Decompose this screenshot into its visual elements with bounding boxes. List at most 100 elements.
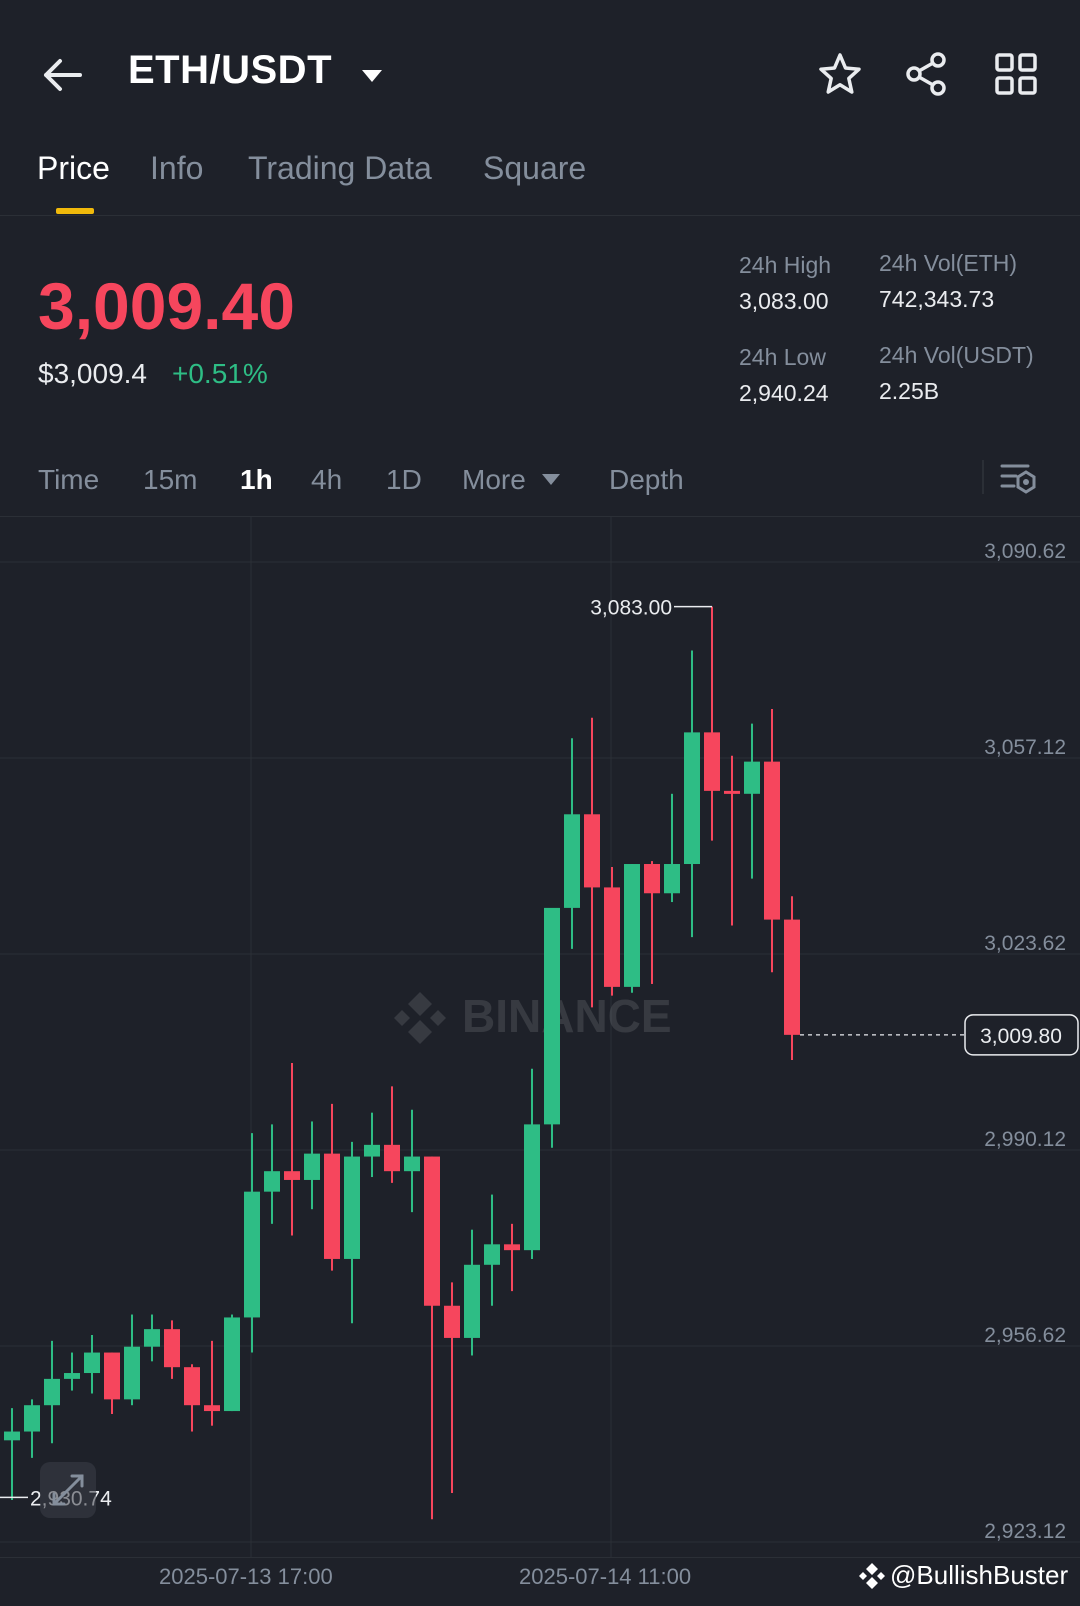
x-tick-label: 2025-07-13 17:00 (159, 1564, 333, 1589)
candle (104, 1352, 120, 1414)
candle-body (604, 887, 620, 987)
candle (264, 1124, 280, 1224)
candle-body (224, 1317, 240, 1412)
expand-chart-button[interactable] (40, 1462, 96, 1518)
interval-4h[interactable]: 4h (311, 464, 342, 496)
candle-body (284, 1171, 300, 1180)
candle-body (244, 1191, 260, 1318)
tab-trading-data[interactable]: Trading Data (248, 150, 432, 187)
binance-logo-icon (858, 1563, 886, 1596)
candle (444, 1282, 460, 1493)
candle (724, 755, 740, 926)
favorite-star-icon[interactable] (818, 52, 862, 101)
candle (304, 1121, 320, 1210)
more-caret-icon[interactable] (541, 473, 561, 491)
tab-info[interactable]: Info (150, 150, 203, 187)
author-handle: @BullishBuster (890, 1560, 1069, 1590)
price-change-percent: +0.51% (172, 358, 268, 389)
candle-body (544, 907, 560, 1125)
candle (224, 1314, 240, 1412)
candle (744, 723, 760, 879)
max-price-label: 3,083.00 (590, 597, 672, 620)
candle (644, 861, 660, 984)
candle (624, 864, 640, 993)
binance-watermark: BINANCE (394, 990, 672, 1044)
high-24h-value: 3,083.00 (739, 288, 829, 314)
y-tick-label: 3,023.62 (984, 932, 1066, 955)
candle (504, 1223, 520, 1292)
candle (564, 738, 580, 949)
candle (664, 793, 680, 903)
back-arrow-icon[interactable] (40, 52, 86, 98)
candle-body (64, 1373, 80, 1379)
candle-body (724, 790, 740, 794)
candle-body (564, 814, 580, 908)
candle-body (664, 864, 680, 894)
candle-body (584, 814, 600, 888)
tab-price[interactable]: Price (37, 150, 110, 187)
low-24h-value: 2,940.24 (739, 380, 829, 406)
candles (4, 606, 800, 1520)
candle-body (704, 732, 720, 791)
x-tick-label: 2025-07-14 11:00 (519, 1564, 692, 1589)
candle-body (304, 1153, 320, 1180)
candle-body (464, 1264, 480, 1338)
candlestick-chart[interactable]: BINANCE 3,090.62 3,057.12 3,023.62 2,990.12… (0, 516, 1080, 1557)
candle-body (24, 1405, 40, 1432)
candle (4, 1408, 20, 1500)
tab-depth[interactable]: Depth (609, 464, 684, 496)
candle-body (164, 1329, 180, 1368)
interval-1h[interactable]: 1h (240, 464, 273, 496)
candle (84, 1335, 100, 1394)
candle-body (684, 732, 700, 865)
candle (64, 1352, 80, 1391)
candle (704, 606, 720, 841)
candle-body (644, 864, 660, 894)
candle (784, 896, 800, 1061)
high-24h-label: 24h High (739, 252, 832, 278)
candle-body (264, 1171, 280, 1192)
chart-settings-icon[interactable] (998, 458, 1038, 503)
candle-body (4, 1431, 20, 1441)
watermark-logo-text: BINANCE (462, 990, 672, 1042)
candle-body (324, 1153, 340, 1259)
pair-dropdown-caret-icon[interactable] (360, 68, 384, 89)
candle-body (84, 1352, 100, 1374)
interval-more[interactable]: More (462, 464, 526, 496)
candle (324, 1103, 340, 1271)
vol-usdt-label: 24h Vol(USDT) (879, 342, 1034, 368)
candle-body (404, 1156, 420, 1172)
usd-price: $3,009.4 (38, 358, 147, 389)
vol-usdt-value: 2.25B (879, 378, 940, 404)
candle-body (344, 1156, 360, 1259)
chart-bottom-border (0, 1557, 1080, 1558)
tab-square[interactable]: Square (483, 150, 586, 187)
interval-divider (982, 460, 984, 494)
candle (284, 1062, 300, 1236)
vol-eth-label: 24h Vol(ETH) (879, 250, 1018, 276)
tabs-divider (0, 215, 1080, 216)
interval-1d[interactable]: 1D (386, 464, 422, 496)
interval-time[interactable]: Time (38, 464, 99, 496)
interval-15m[interactable]: 15m (143, 464, 197, 496)
last-price: 3,009.40 (38, 269, 295, 343)
candle (524, 1068, 540, 1259)
candle-body (204, 1405, 220, 1412)
candle-body (504, 1244, 520, 1251)
candle (424, 1156, 440, 1520)
share-icon[interactable] (904, 52, 948, 101)
grid-layout-icon[interactable] (994, 52, 1038, 101)
active-tab-indicator (56, 208, 94, 214)
candle-body (444, 1305, 460, 1338)
candle-body (44, 1378, 60, 1406)
candle (24, 1399, 40, 1458)
y-tick-label: 2,923.12 (984, 1520, 1066, 1543)
candle (344, 1141, 360, 1324)
current-price-label: 3,009.80 (980, 1025, 1062, 1048)
candle-body (624, 864, 640, 987)
pair-title[interactable]: ETH/USDT (128, 48, 332, 93)
vol-eth-value: 742,343.73 (879, 286, 995, 312)
candle (164, 1320, 180, 1379)
candle (184, 1364, 200, 1432)
candle-body (384, 1144, 400, 1172)
